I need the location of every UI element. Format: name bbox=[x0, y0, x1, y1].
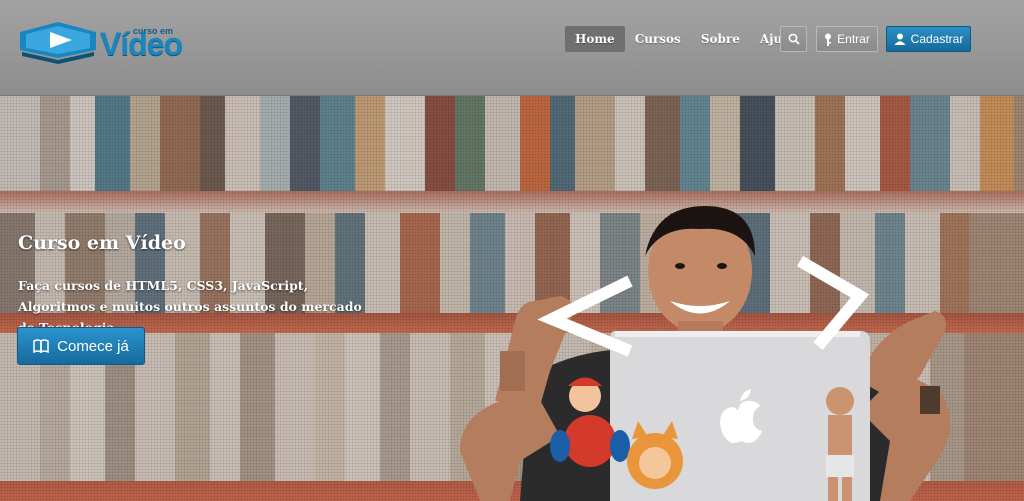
search-button[interactable] bbox=[780, 26, 807, 52]
site-logo[interactable]: Vídeo curso em bbox=[18, 20, 188, 64]
hero-banner: Curso em Vídeo Faça cursos de HTML5, CSS… bbox=[0, 96, 1024, 501]
nav-home[interactable]: Home bbox=[565, 26, 625, 52]
logo-subtext: curso em bbox=[133, 26, 174, 36]
play-book-icon bbox=[20, 22, 96, 64]
user-icon bbox=[894, 33, 906, 45]
signup-button[interactable]: Cadastrar bbox=[886, 26, 971, 52]
open-book-icon bbox=[33, 339, 49, 353]
search-icon bbox=[788, 33, 800, 45]
hero-title: Curso em Vídeo bbox=[18, 232, 186, 254]
signup-label: Cadastrar bbox=[910, 32, 964, 46]
main-nav: Home Cursos Sobre Ajuda bbox=[565, 26, 808, 52]
login-label: Entrar bbox=[837, 32, 870, 46]
start-now-label: Comece já bbox=[57, 337, 129, 355]
nav-cursos[interactable]: Cursos bbox=[625, 26, 691, 52]
site-header: Vídeo curso em Home Cursos Sobre Ajuda E… bbox=[0, 0, 1024, 96]
login-button[interactable]: Entrar bbox=[816, 26, 878, 52]
instructor-photo bbox=[460, 206, 950, 501]
start-now-button[interactable]: Comece já bbox=[17, 327, 145, 365]
nav-sobre[interactable]: Sobre bbox=[691, 26, 750, 52]
key-icon bbox=[825, 33, 832, 46]
